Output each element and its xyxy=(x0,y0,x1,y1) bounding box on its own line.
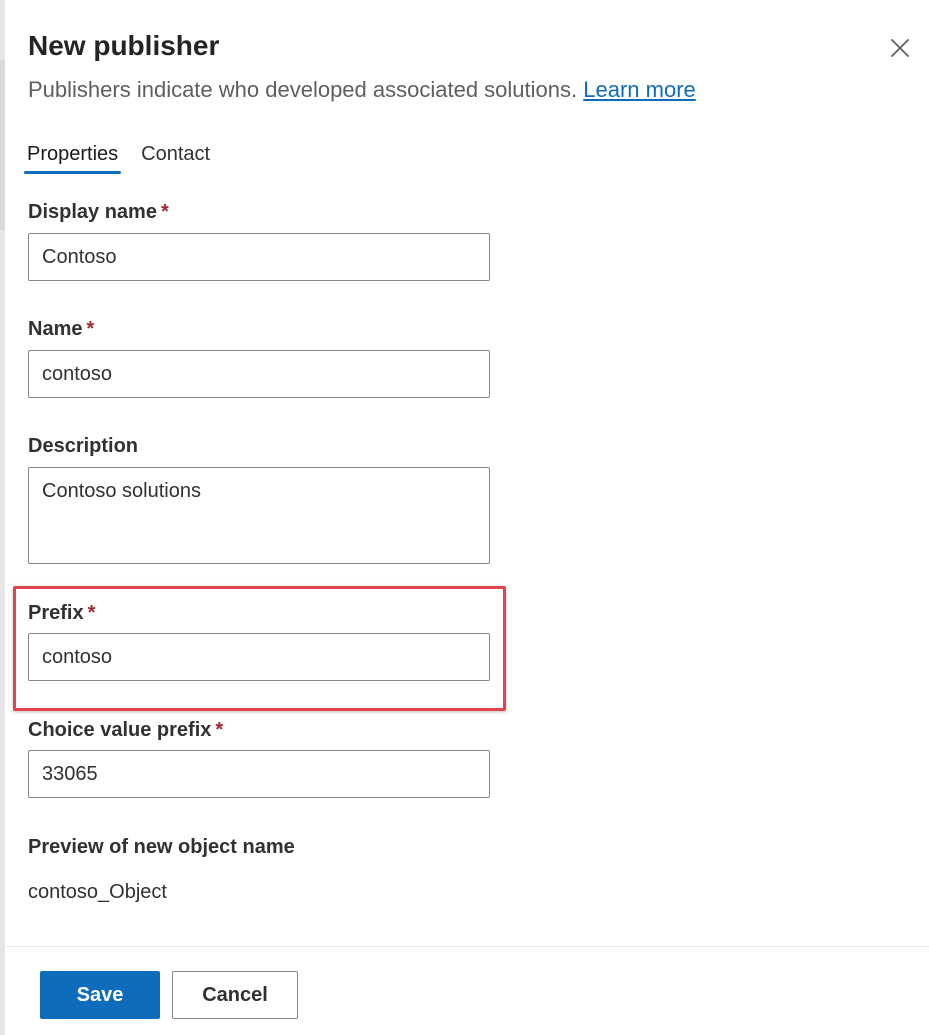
required-marker: * xyxy=(86,318,95,340)
subtitle-text: Publishers indicate who developed associ… xyxy=(28,77,578,102)
choice-value-prefix-input[interactable] xyxy=(28,750,490,798)
choice-value-prefix-label-text: Choice value prefix xyxy=(28,719,212,741)
preview-label: Preview of new object name xyxy=(28,836,295,858)
preview-value: contoso_Object xyxy=(28,881,167,903)
close-button[interactable] xyxy=(884,32,916,64)
required-marker: * xyxy=(215,719,224,741)
learn-more-link[interactable]: Learn more xyxy=(583,77,696,102)
tab-contact[interactable]: Contact xyxy=(138,138,213,170)
description-label: Description xyxy=(28,432,138,460)
save-button[interactable]: Save xyxy=(40,971,160,1019)
name-label: Name * xyxy=(28,315,94,343)
panel-subtitle: Publishers indicate who developed associ… xyxy=(28,74,696,106)
panel-title: New publisher xyxy=(28,30,220,61)
prefix-label: Prefix * xyxy=(28,599,95,627)
display-name-label-text: Display name xyxy=(28,201,157,223)
prefix-label-text: Prefix xyxy=(28,602,84,624)
tab-properties[interactable]: Properties xyxy=(24,138,122,174)
choice-value-prefix-label: Choice value prefix * xyxy=(28,716,223,744)
name-label-text: Name xyxy=(28,318,83,340)
footer-divider xyxy=(5,946,929,947)
close-icon xyxy=(891,39,909,57)
required-marker: * xyxy=(87,602,96,624)
cancel-button[interactable]: Cancel xyxy=(172,971,298,1019)
new-publisher-panel: New publisher Publishers indicate who de… xyxy=(0,0,929,1035)
description-label-text: Description xyxy=(28,435,139,457)
tab-list: Properties Contact xyxy=(24,138,230,174)
display-name-label: Display name * xyxy=(28,198,169,226)
panel-left-edge xyxy=(0,0,5,1035)
prefix-input[interactable] xyxy=(28,633,490,681)
display-name-input[interactable] xyxy=(28,233,490,281)
name-input[interactable] xyxy=(28,350,490,398)
required-marker: * xyxy=(160,201,169,223)
description-input[interactable]: Contoso solutions xyxy=(28,467,490,564)
